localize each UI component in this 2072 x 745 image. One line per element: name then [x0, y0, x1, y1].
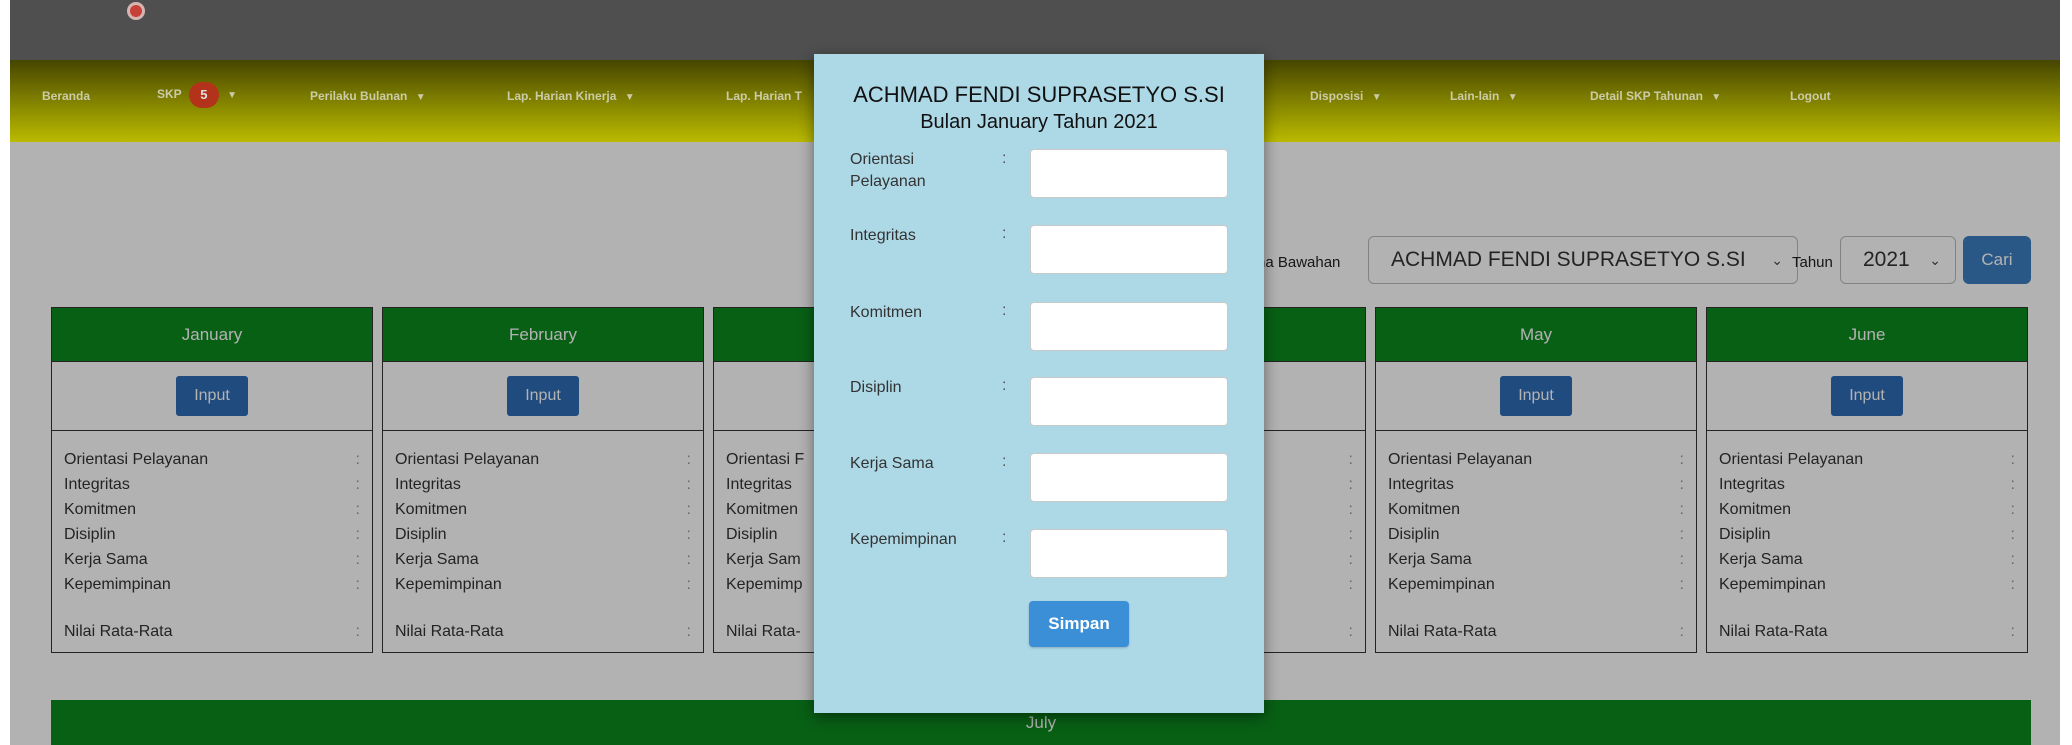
modal-title-name: ACHMAD FENDI SUPRASETYO S.SI	[853, 82, 1225, 107]
disiplin-input[interactable]	[1030, 377, 1228, 426]
integritas-input[interactable]	[1030, 225, 1228, 274]
save-button[interactable]: Simpan	[1029, 601, 1129, 647]
orientasi-input[interactable]	[1030, 149, 1228, 198]
field-colon: :	[1002, 225, 1007, 242]
kerja-sama-input[interactable]	[1030, 453, 1228, 502]
disiplin-label: Disiplin	[850, 379, 902, 396]
modal-title-period: Bulan January Tahun 2021	[920, 111, 1158, 133]
assessment-modal: ACHMAD FENDI SUPRASETYO S.SI Bulan Janua…	[814, 54, 1264, 713]
kepemimpinan-label: Kepemimpinan	[850, 531, 957, 548]
integritas-label: Integritas	[850, 227, 916, 244]
field-colon: :	[1002, 150, 1007, 167]
kerja-sama-label: Kerja Sama	[850, 455, 934, 472]
komitmen-label: Komitmen	[850, 304, 923, 321]
field-colon: :	[1002, 453, 1007, 470]
field-colon: :	[1002, 302, 1007, 319]
kepemimpinan-input[interactable]	[1030, 529, 1228, 578]
komitmen-input[interactable]	[1030, 302, 1228, 351]
field-colon: :	[1002, 529, 1007, 546]
field-colon: :	[1002, 377, 1007, 394]
orientasi-label: Orientasi Pelayanan	[850, 151, 926, 190]
page: Beranda SKP 5 ▼ Perilaku Bulanan ▼ Lap. …	[0, 0, 2072, 745]
